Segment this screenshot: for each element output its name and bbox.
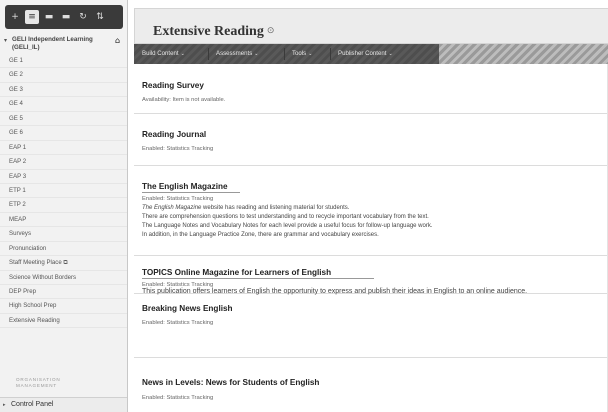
sidebar-item-staff-meeting-place[interactable]: Staff Meeting Place ⧉	[0, 256, 127, 271]
chevron-down-icon: ⌄	[388, 51, 393, 57]
chevron-down-icon: ⌄	[254, 51, 259, 57]
course-menu: + ≡ ▬ ▬ ↻ ⇅ ▾ GELI Independent Learning …	[0, 0, 128, 412]
publisher-content-button[interactable]: Publisher Content ⌄	[334, 44, 397, 64]
item-meta: Enabled: Statistics Tracking	[142, 320, 214, 326]
sidebar-item-ge3[interactable]: GE 3	[0, 83, 127, 98]
title-underline	[142, 192, 240, 193]
action-bar: Build Content ⌄ Assessments ⌄ Tools ⌄ Publi…	[134, 44, 608, 64]
control-panel[interactable]: ▸ Control Panel	[0, 397, 127, 412]
sidebar-item-eap2[interactable]: EAP 2	[0, 155, 127, 170]
description-text: website has reading and listening materi…	[201, 205, 350, 211]
page-title-text: Extensive Reading	[153, 24, 264, 39]
course-title[interactable]: GELI Independent Learning (GELI_IL)	[12, 36, 112, 52]
sidebar-item-science-without-borders[interactable]: Science Without Borders	[0, 271, 127, 285]
item-title-link[interactable]: News in Levels: News for Students of Eng…	[142, 378, 319, 387]
expand-arrow-icon[interactable]: ▸	[3, 402, 6, 408]
item-meta: Availability: Item is not available.	[142, 97, 226, 103]
build-content-label: Build Content	[142, 50, 179, 57]
sidebar-item-high-school-prep[interactable]: High School Prep	[0, 299, 127, 314]
organisation-management-label: ORGANISATION MANAGEMENT	[16, 377, 60, 389]
folder-view-icon[interactable]: ▬	[42, 10, 56, 24]
sidebar-item-etp1[interactable]: ETP 1	[0, 184, 127, 199]
sidebar-item-meap[interactable]: MEAP	[0, 213, 127, 228]
item-meta: Enabled: Statistics Tracking	[142, 146, 214, 152]
chevron-down-icon: ⌄	[180, 51, 185, 57]
sidebar-item-ge2[interactable]: GE 2	[0, 68, 127, 83]
assessments-label: Assessments	[216, 50, 253, 57]
sidebar-item-ge1[interactable]: GE 1	[0, 54, 127, 69]
content-item: Reading Journal Enabled: Statistics Trac…	[134, 124, 608, 166]
item-title-link[interactable]: The English Magazine	[142, 182, 228, 191]
item-description-line: There are comprehension questions to tes…	[142, 214, 429, 220]
add-icon[interactable]: +	[8, 10, 22, 24]
content-item: Reading Survey Availability: Item is not…	[134, 74, 608, 114]
item-title-link[interactable]: Reading Survey	[142, 81, 204, 90]
action-bar-fill	[439, 44, 608, 64]
item-description-line: This publication offers learners of Engl…	[142, 288, 528, 295]
sidebar-item-etp2[interactable]: ETP 2	[0, 198, 127, 213]
content-item: The English Magazine Enabled: Statistics…	[134, 176, 608, 256]
chevron-down-icon[interactable]: ⊙	[267, 26, 275, 36]
sidebar-item-surveys[interactable]: Surveys	[0, 227, 127, 242]
home-icon[interactable]: ⌂	[115, 36, 120, 45]
sidebar-item-ge5[interactable]: GE 5	[0, 112, 127, 127]
publisher-content-label: Publisher Content	[338, 50, 387, 57]
sidebar-item-ge6[interactable]: GE 6	[0, 126, 127, 141]
item-description-line: In addition, in the Language Practice Zo…	[142, 232, 379, 238]
divider	[330, 48, 331, 60]
content-item: News in Levels: News for Students of Eng…	[134, 372, 608, 412]
item-title-link[interactable]: TOPICS Online Magazine for Learners of E…	[142, 268, 331, 277]
collapse-arrow-icon[interactable]: ▾	[4, 37, 7, 44]
sidebar-item-dep-prep[interactable]: DEP Prep	[0, 285, 127, 300]
divider	[284, 48, 285, 60]
folder-open-icon[interactable]: ▬	[59, 10, 73, 24]
sidebar-item-pronunciation[interactable]: Pronunciation	[0, 242, 127, 257]
title-underline	[142, 278, 374, 279]
item-description-line: The Language Notes and Vocabulary Notes …	[142, 223, 433, 229]
control-panel-label[interactable]: Control Panel	[11, 401, 53, 408]
item-title-link[interactable]: Breaking News English	[142, 304, 233, 313]
content-area: Extensive Reading ⊙ Build Content ⌄ Assess…	[128, 0, 608, 412]
content-item: TOPICS Online Magazine for Learners of E…	[134, 264, 608, 295]
menu-icon[interactable]: ≡	[25, 10, 39, 24]
item-meta: Enabled: Statistics Tracking	[142, 196, 214, 202]
course-menu-list: GE 1 GE 2 GE 3 GE 4 GE 5 GE 6 EAP 1 EAP …	[0, 54, 127, 329]
build-content-button[interactable]: Build Content ⌄	[138, 44, 189, 64]
content-item: Breaking News English Enabled: Statistic…	[134, 300, 608, 358]
sort-icon[interactable]: ⇅	[93, 10, 107, 24]
tools-label: Tools	[292, 50, 307, 57]
assessments-button[interactable]: Assessments ⌄	[212, 44, 262, 64]
divider	[208, 48, 209, 60]
course-menu-toolbar: + ≡ ▬ ▬ ↻ ⇅	[5, 5, 123, 29]
sidebar-item-eap3[interactable]: EAP 3	[0, 170, 127, 184]
sidebar-item-eap1[interactable]: EAP 1	[0, 141, 127, 156]
item-title-link[interactable]: Reading Journal	[142, 130, 206, 139]
item-meta: Enabled: Statistics Tracking	[142, 395, 214, 401]
sidebar-item-ge4[interactable]: GE 4	[0, 97, 127, 112]
org-label-line-2: MANAGEMENT	[16, 383, 57, 388]
page-title: Extensive Reading ⊙	[153, 24, 274, 40]
sidebar-item-extensive-reading[interactable]: Extensive Reading	[0, 314, 127, 329]
chevron-down-icon: ⌄	[308, 51, 313, 57]
refresh-icon[interactable]: ↻	[76, 10, 90, 24]
tools-button[interactable]: Tools ⌄	[288, 44, 316, 64]
magazine-name: The English Magazine	[142, 205, 202, 211]
page-header: Extensive Reading ⊙	[134, 8, 608, 44]
item-description-line: The English Magazine website has reading…	[142, 205, 349, 211]
